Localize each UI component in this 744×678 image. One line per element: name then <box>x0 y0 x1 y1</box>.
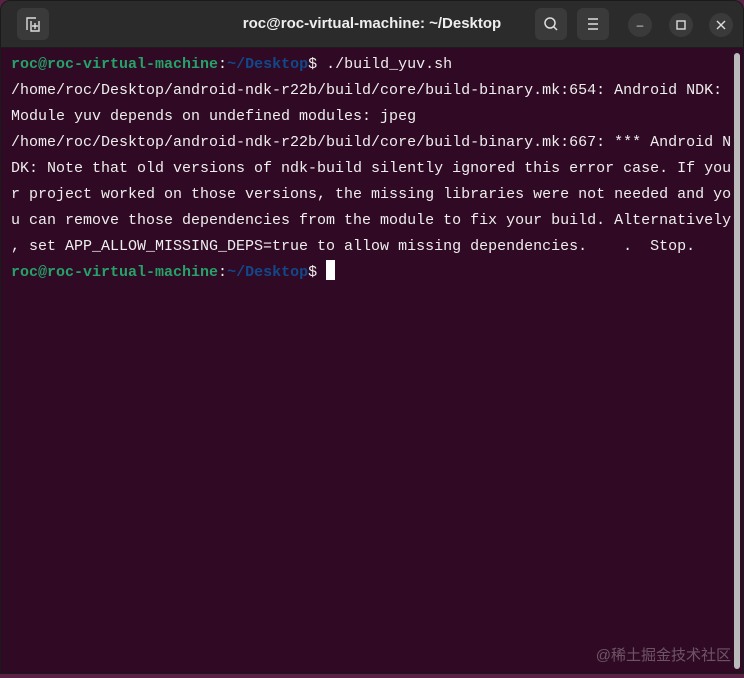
text-cursor <box>326 260 336 280</box>
prompt-end: $ <box>308 56 318 73</box>
prompt-line: roc@roc-virtual-machine:~/Desktop$ <box>11 260 731 286</box>
menu-button[interactable] <box>577 8 609 40</box>
scrollbar[interactable] <box>734 53 740 669</box>
prompt-user: roc@roc-virtual-machine <box>11 264 219 281</box>
output-line: DK: Note that old versions of ndk-build … <box>11 160 732 177</box>
prompt-line: roc@roc-virtual-machine:~/Desktop$ ./bui… <box>11 52 731 78</box>
minimize-button[interactable]: – <box>628 13 652 37</box>
output-line: Module yuv depends on undefined modules:… <box>11 108 417 125</box>
output-line: /home/roc/Desktop/android-ndk-r22b/build… <box>11 134 732 151</box>
maximize-button[interactable] <box>669 13 693 37</box>
hamburger-icon <box>588 18 598 30</box>
maximize-icon <box>676 20 686 30</box>
close-icon <box>716 20 726 30</box>
search-icon <box>544 17 558 31</box>
watermark: @稀土掘金技术社区 <box>595 647 731 664</box>
prompt-sep: : <box>218 264 228 281</box>
terminal-output[interactable]: roc@roc-virtual-machine:~/Desktop$ ./bui… <box>11 52 731 286</box>
search-button[interactable] <box>535 8 567 40</box>
prompt-path: ~/Desktop <box>227 56 309 73</box>
output-line: /home/roc/Desktop/android-ndk-r22b/build… <box>11 82 723 99</box>
header-bar: roc@roc-virtual-machine: ~/Desktop – <box>1 1 743 48</box>
minimize-icon: – <box>636 18 644 32</box>
prompt-end: $ <box>308 264 318 281</box>
prompt-sep: : <box>218 56 228 73</box>
output-line: u can remove those dependencies from the… <box>11 212 732 229</box>
close-button[interactable] <box>709 13 733 37</box>
output-line: , set APP_ALLOW_MISSING_DEPS=true to all… <box>11 238 696 255</box>
prompt-user: roc@roc-virtual-machine <box>11 56 219 73</box>
output-line: r project worked on those versions, the … <box>11 186 732 203</box>
prompt-path: ~/Desktop <box>227 264 309 281</box>
terminal-window: roc@roc-virtual-machine: ~/Desktop – roc… <box>0 0 744 674</box>
command: ./build_yuv.sh <box>317 56 453 73</box>
